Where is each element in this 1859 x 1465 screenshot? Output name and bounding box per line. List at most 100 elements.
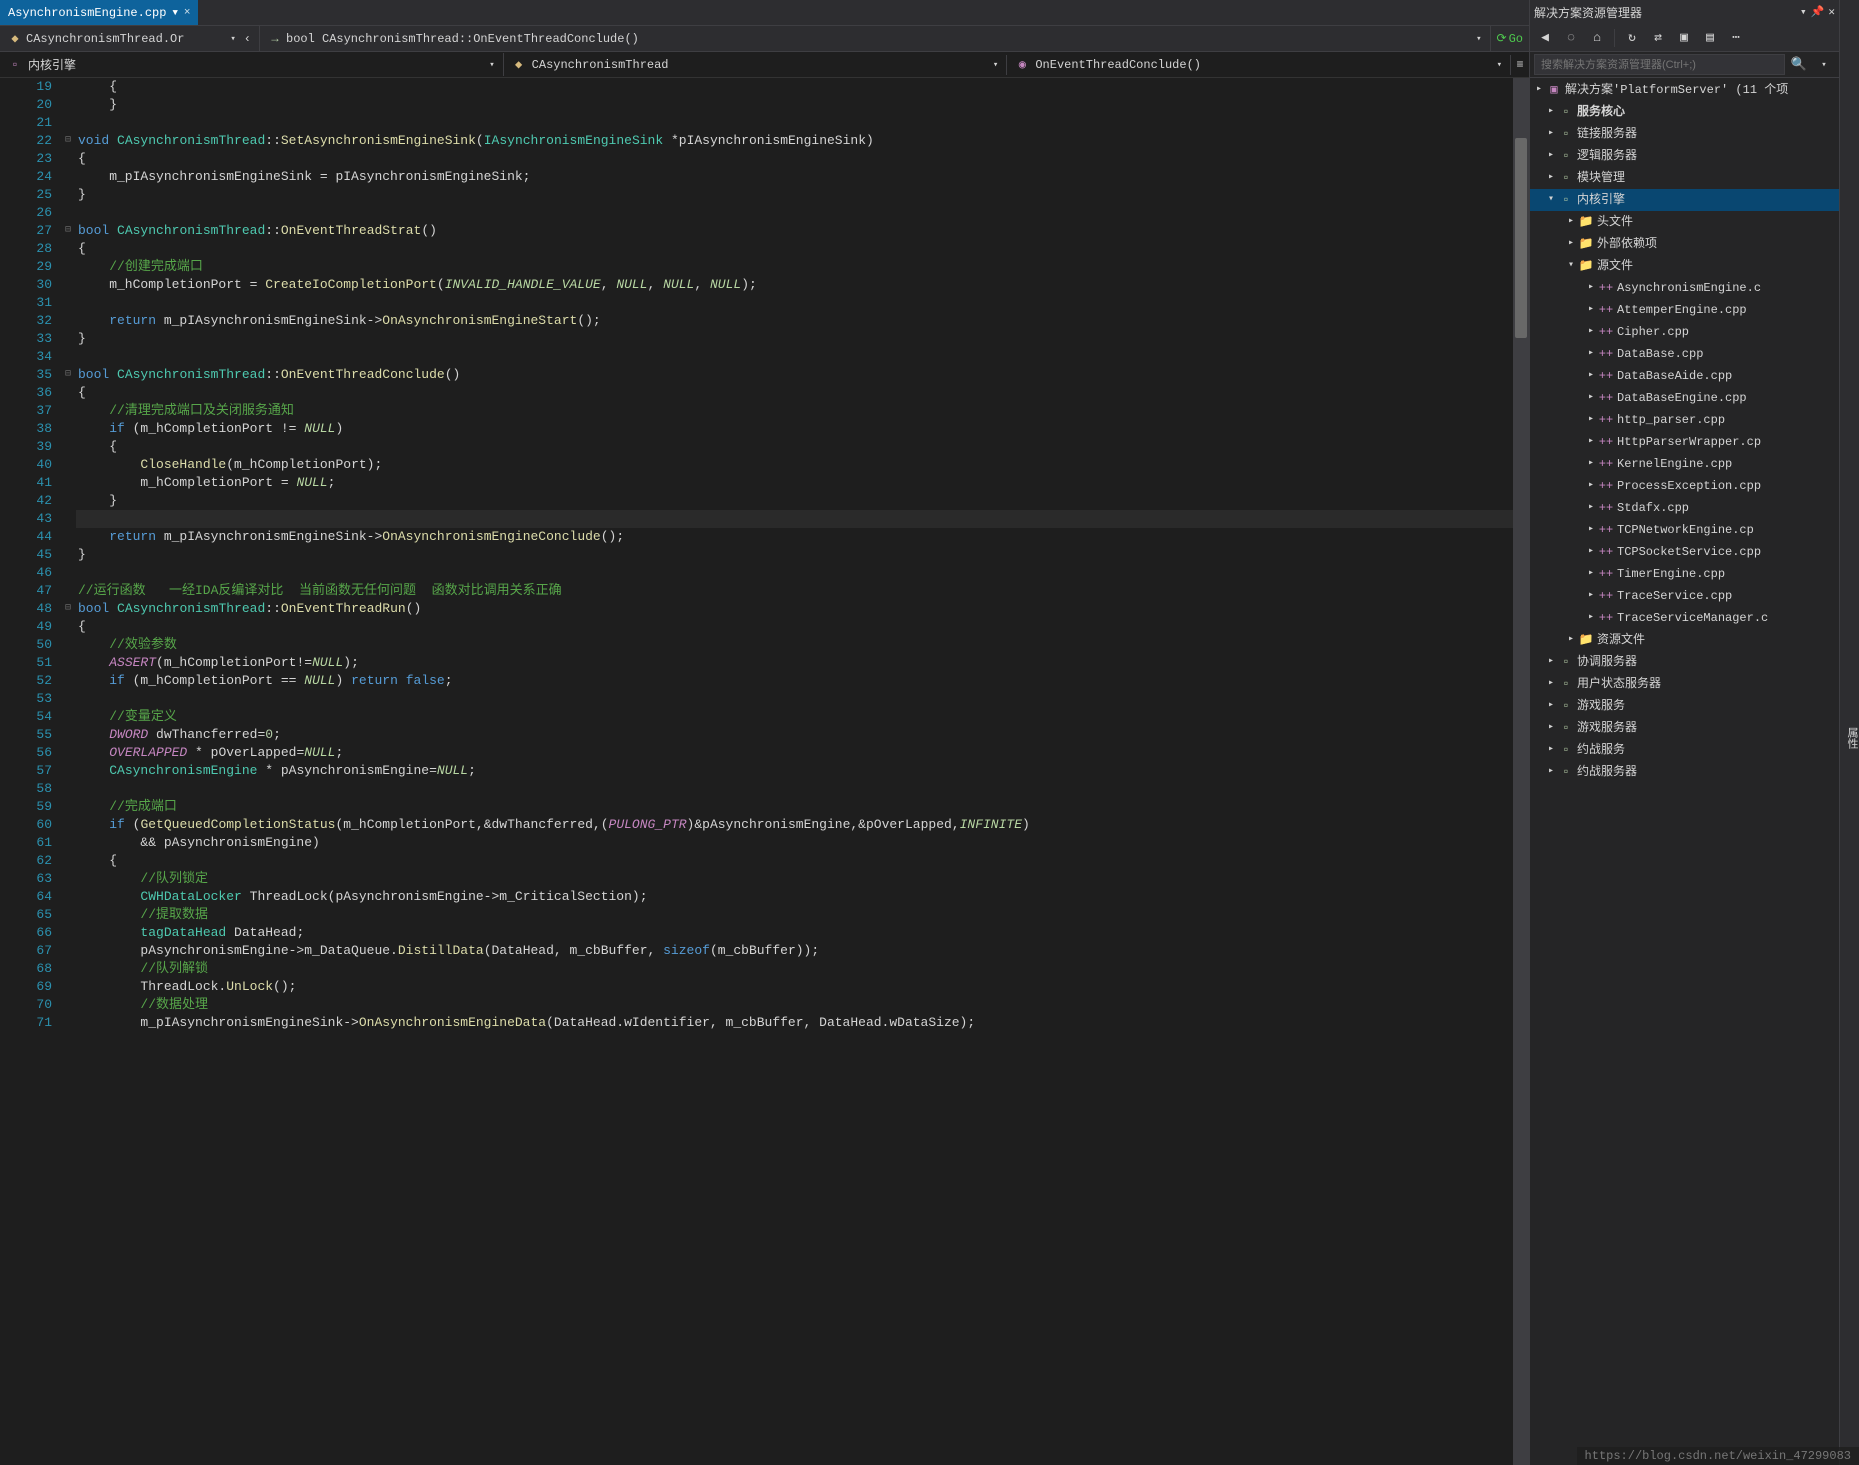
go-button[interactable]: ⟳ Go bbox=[1491, 31, 1529, 46]
split-icon[interactable]: ≡ bbox=[1511, 58, 1529, 72]
cpp-file-icon: ++ bbox=[1598, 544, 1614, 560]
expander-icon[interactable]: ▸ bbox=[1544, 105, 1558, 119]
project-node[interactable]: ▸ ▫ 游戏服务器 bbox=[1530, 717, 1839, 739]
nav-scope-dropdown[interactable]: ◆ CAsynchronismThread.Or ▾ ‹ bbox=[0, 26, 260, 51]
expander-icon[interactable]: ▸ bbox=[1544, 721, 1558, 735]
project-node-active[interactable]: ▾ ▫ 内核引擎 bbox=[1530, 189, 1839, 211]
watermark: https://blog.csdn.net/weixin_47299083 bbox=[1577, 1447, 1859, 1465]
solution-node[interactable]: ▸ ▣ 解决方案'PlatformServer' (11 个项 bbox=[1530, 79, 1839, 101]
project-icon: ▫ bbox=[1558, 148, 1574, 164]
file-node[interactable]: ▸++TCPNetworkEngine.cp bbox=[1530, 519, 1839, 541]
separator bbox=[1614, 29, 1615, 47]
project-node[interactable]: ▸ ▫ 模块管理 bbox=[1530, 167, 1839, 189]
expander-icon[interactable]: ▸ bbox=[1544, 677, 1558, 691]
sync-icon[interactable]: ⇄ bbox=[1647, 27, 1669, 49]
folder-node[interactable]: ▸ 📁 头文件 bbox=[1530, 211, 1839, 233]
project-node[interactable]: ▸ ▫ 约战服务器 bbox=[1530, 761, 1839, 783]
file-node[interactable]: ▸++Stdafx.cpp bbox=[1530, 497, 1839, 519]
folder-node[interactable]: ▾ 📁 源文件 bbox=[1530, 255, 1839, 277]
project-icon: ▫ bbox=[1558, 720, 1574, 736]
file-node[interactable]: ▸++HttpParserWrapper.cp bbox=[1530, 431, 1839, 453]
home-icon[interactable]: ⌂ bbox=[1586, 27, 1608, 49]
project-node[interactable]: ▸ ▫ 约战服务 bbox=[1530, 739, 1839, 761]
chevron-down-icon: ▾ bbox=[1476, 34, 1481, 44]
file-node[interactable]: ▸++TimerEngine.cpp bbox=[1530, 563, 1839, 585]
file-node[interactable]: ▸++Cipher.cpp bbox=[1530, 321, 1839, 343]
file-node[interactable]: ▸++ProcessException.cpp bbox=[1530, 475, 1839, 497]
project-node[interactable]: ▸ ▫ 逻辑服务器 bbox=[1530, 145, 1839, 167]
expander-icon[interactable]: ▸ bbox=[1564, 633, 1578, 647]
nav-function-label: bool CAsynchronismThread::OnEventThreadC… bbox=[286, 32, 1472, 46]
nav-function-dropdown[interactable]: → bool CAsynchronismThread::OnEventThrea… bbox=[260, 26, 1491, 51]
expander-icon[interactable]: ▾ bbox=[1544, 193, 1558, 207]
project-node[interactable]: ▸ ▫ 链接服务器 bbox=[1530, 123, 1839, 145]
project-node[interactable]: ▸ ▫ 用户状态服务器 bbox=[1530, 673, 1839, 695]
project-node[interactable]: ▸ ▫ 协调服务器 bbox=[1530, 651, 1839, 673]
expander-icon[interactable]: ▸ bbox=[1544, 171, 1558, 185]
file-node[interactable]: ▸++TraceService.cpp bbox=[1530, 585, 1839, 607]
expander-icon[interactable]: ▸ bbox=[1532, 83, 1546, 97]
search-icon[interactable]: 🔍 bbox=[1788, 54, 1810, 75]
vertical-scrollbar[interactable] bbox=[1513, 78, 1529, 1465]
code-content[interactable]: { }void CAsynchronismThread::SetAsynchro… bbox=[76, 78, 1529, 1465]
expander-icon[interactable]: ▸ bbox=[1544, 149, 1558, 163]
project-icon: ▫ bbox=[1558, 654, 1574, 670]
drop-icon[interactable]: ▼ bbox=[172, 8, 177, 18]
dropdown-icon[interactable]: ▾ bbox=[1800, 5, 1807, 19]
search-dropdown-icon[interactable]: ▾ bbox=[1813, 54, 1835, 75]
file-node[interactable]: ▸++KernelEngine.cpp bbox=[1530, 453, 1839, 475]
chevron-down-icon: ▾ bbox=[993, 60, 998, 70]
expander-icon[interactable]: ▾ bbox=[1564, 259, 1578, 273]
breadcrumb-class[interactable]: ◆ CAsynchronismThread ▾ bbox=[504, 55, 1008, 75]
file-node[interactable]: ▸++DataBase.cpp bbox=[1530, 343, 1839, 365]
line-number-gutter: 1920212223242526272829303132333435363738… bbox=[0, 78, 60, 1465]
code-editor[interactable]: 1920212223242526272829303132333435363738… bbox=[0, 78, 1529, 1465]
search-input[interactable] bbox=[1534, 54, 1785, 75]
file-node[interactable]: ▸++DataBaseEngine.cpp bbox=[1530, 387, 1839, 409]
showall-icon[interactable]: ⋯ bbox=[1725, 27, 1747, 49]
cpp-file-icon: ++ bbox=[1598, 566, 1614, 582]
file-node[interactable]: ▸++AsynchronismEngine.c bbox=[1530, 277, 1839, 299]
project-icon: ▫ bbox=[1558, 192, 1574, 208]
active-tab[interactable]: AsynchronismEngine.cpp ▼ × bbox=[0, 0, 198, 25]
file-node[interactable]: ▸++TraceServiceManager.c bbox=[1530, 607, 1839, 629]
folder-node[interactable]: ▸ 📁 资源文件 bbox=[1530, 629, 1839, 651]
expander-icon[interactable]: ▸ bbox=[1564, 215, 1578, 229]
cpp-file-icon: ++ bbox=[1598, 368, 1614, 384]
project-node[interactable]: ▸ ▫ 游戏服务 bbox=[1530, 695, 1839, 717]
vertical-toolbar[interactable]: 属性 bbox=[1839, 0, 1859, 1465]
collapse-icon[interactable]: ▣ bbox=[1673, 27, 1695, 49]
expander-icon[interactable]: ▸ bbox=[1544, 655, 1558, 669]
breadcrumb-method[interactable]: ◉ OnEventThreadConclude() ▾ bbox=[1007, 55, 1511, 75]
panel-title: 解决方案资源管理器 bbox=[1534, 4, 1642, 21]
file-node[interactable]: ▸++AttemperEngine.cpp bbox=[1530, 299, 1839, 321]
expander-icon[interactable]: ▸ bbox=[1544, 699, 1558, 713]
breadcrumb-project[interactable]: ▫ 内核引擎 ▾ bbox=[0, 53, 504, 76]
folder-node[interactable]: ▸ 📁 外部依赖项 bbox=[1530, 233, 1839, 255]
expander-icon[interactable]: ▸ bbox=[1544, 127, 1558, 141]
nav-left-icon[interactable]: ‹ bbox=[244, 32, 251, 46]
expander-icon[interactable]: ▸ bbox=[1564, 237, 1578, 251]
go-icon: ⟳ bbox=[1497, 31, 1507, 46]
file-node[interactable]: ▸++http_parser.cpp bbox=[1530, 409, 1839, 431]
tab-bar: AsynchronismEngine.cpp ▼ × bbox=[0, 0, 1529, 26]
editor-area: AsynchronismEngine.cpp ▼ × ◆ CAsynchroni… bbox=[0, 0, 1529, 1465]
file-node[interactable]: ▸++DataBaseAide.cpp bbox=[1530, 365, 1839, 387]
close-icon[interactable]: × bbox=[184, 7, 191, 19]
cpp-file-icon: ++ bbox=[1598, 522, 1614, 538]
properties-icon[interactable]: ▤ bbox=[1699, 27, 1721, 49]
file-node[interactable]: ▸++TCPSocketService.cpp bbox=[1530, 541, 1839, 563]
project-icon: ▫ bbox=[1558, 104, 1574, 120]
panel-search-bar: 🔍 ▾ bbox=[1530, 52, 1839, 78]
pin-icon[interactable]: 📌 bbox=[1811, 5, 1825, 19]
back-icon[interactable]: ◀ bbox=[1534, 27, 1556, 49]
folder-icon: 📁 bbox=[1578, 214, 1594, 230]
forward-icon[interactable]: ◌ bbox=[1560, 27, 1582, 49]
expander-icon[interactable]: ▸ bbox=[1544, 743, 1558, 757]
solution-tree[interactable]: ▸ ▣ 解决方案'PlatformServer' (11 个项 ▸ ▫ 服务核心… bbox=[1530, 78, 1839, 1465]
close-panel-icon[interactable]: ✕ bbox=[1828, 5, 1835, 19]
expander-icon[interactable]: ▸ bbox=[1544, 765, 1558, 779]
project-node[interactable]: ▸ ▫ 服务核心 bbox=[1530, 101, 1839, 123]
refresh-icon[interactable]: ↻ bbox=[1621, 27, 1643, 49]
fold-column[interactable]: ⊟⊟⊟⊟ bbox=[60, 78, 76, 1465]
